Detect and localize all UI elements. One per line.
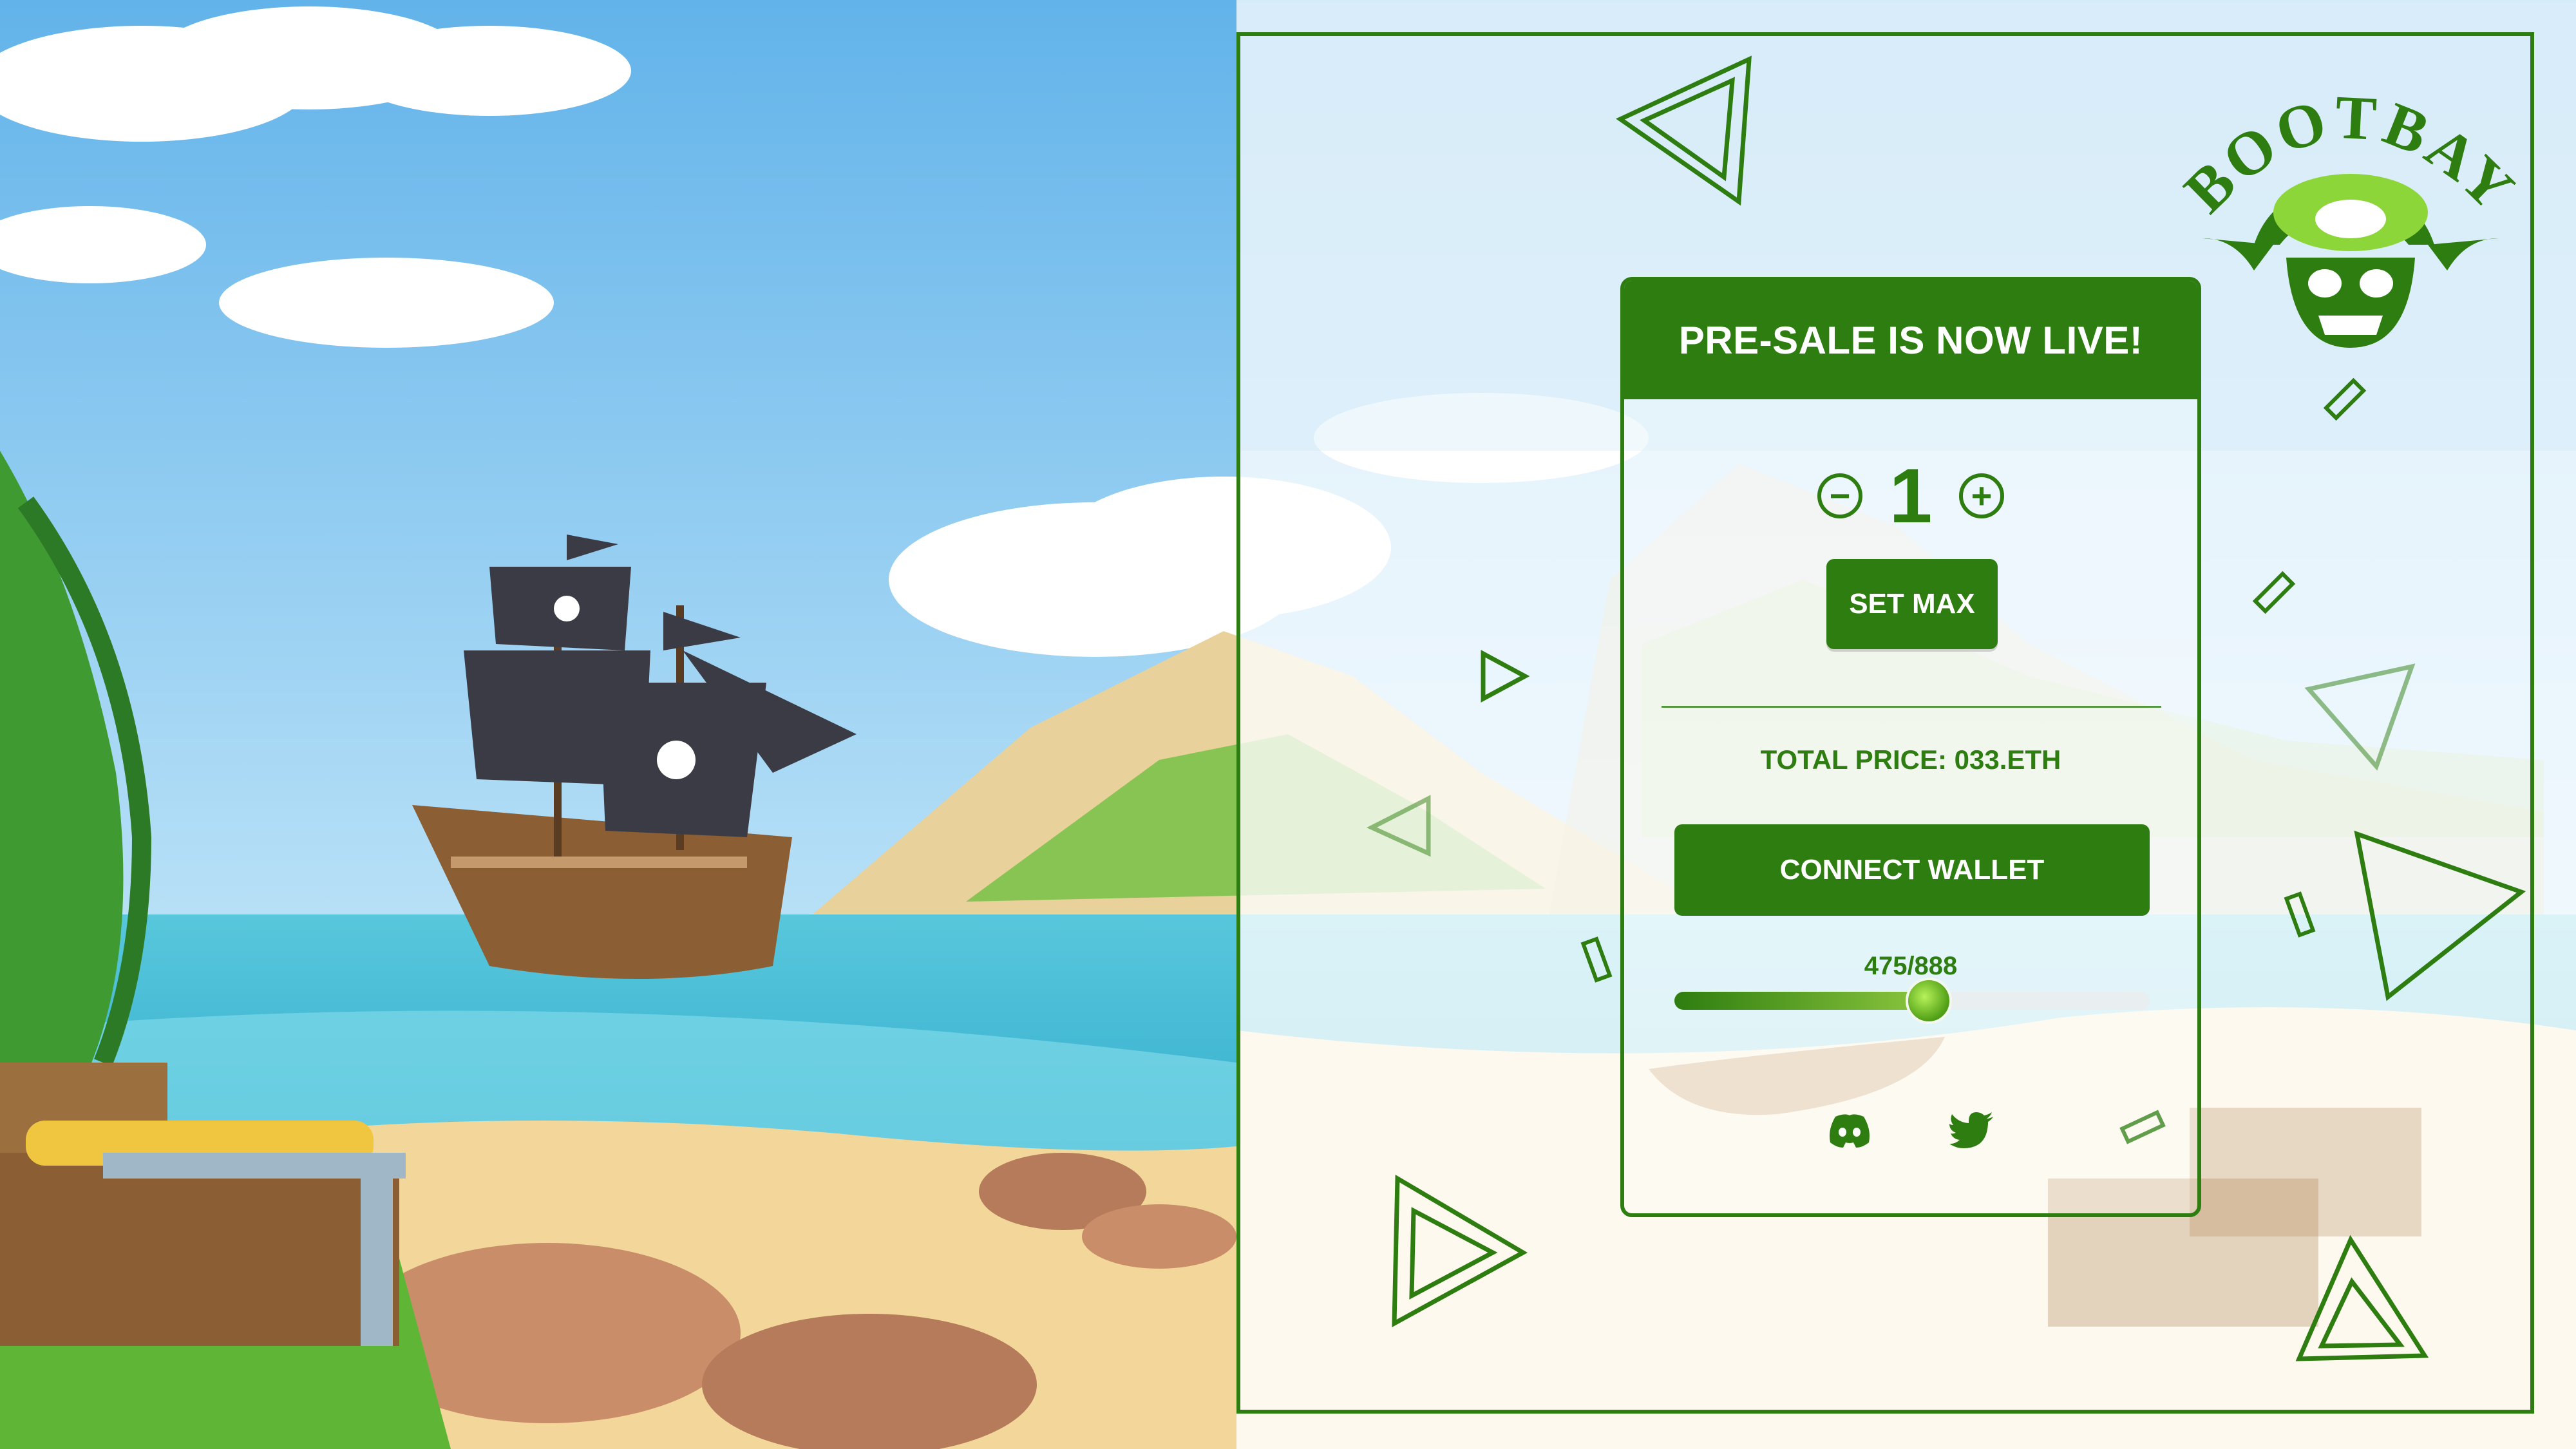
twitter-icon	[1949, 1112, 1993, 1148]
minus-icon: −	[1829, 475, 1851, 516]
presale-header: PRE-SALE IS NOW LIVE!	[1624, 281, 2197, 399]
twitter-link[interactable]	[1946, 1105, 1998, 1157]
social-links	[1624, 1105, 2197, 1157]
total-price: TOTAL PRICE: 033.ETH	[1760, 744, 2061, 775]
discord-link[interactable]	[1824, 1105, 1875, 1157]
mint-card: PRE-SALE IS NOW LIVE! − 1 + SET MAX TOTA…	[1620, 277, 2201, 1217]
quantity-value: 1	[1889, 453, 1933, 539]
discord-icon	[1830, 1114, 1870, 1148]
plus-icon: +	[1971, 475, 1993, 516]
skull-icon	[2202, 174, 2499, 348]
divider	[1662, 706, 2161, 708]
mint-progress-bar	[1674, 978, 2150, 1024]
increment-button[interactable]: +	[1959, 473, 2004, 518]
quantity-stepper: − 1 +	[1624, 444, 2197, 547]
mint-progress-knob[interactable]	[1905, 978, 1952, 1024]
decrement-button[interactable]: −	[1817, 473, 1862, 518]
set-max-button[interactable]: SET MAX	[1826, 559, 1998, 649]
connect-wallet-button[interactable]: CONNECT WALLET	[1674, 824, 2150, 916]
mint-progress-fill	[1674, 992, 1929, 1010]
bootbay-logo: BOOTBAY	[2177, 82, 2524, 348]
mint-progress-label: 475/888	[1864, 952, 1958, 980]
